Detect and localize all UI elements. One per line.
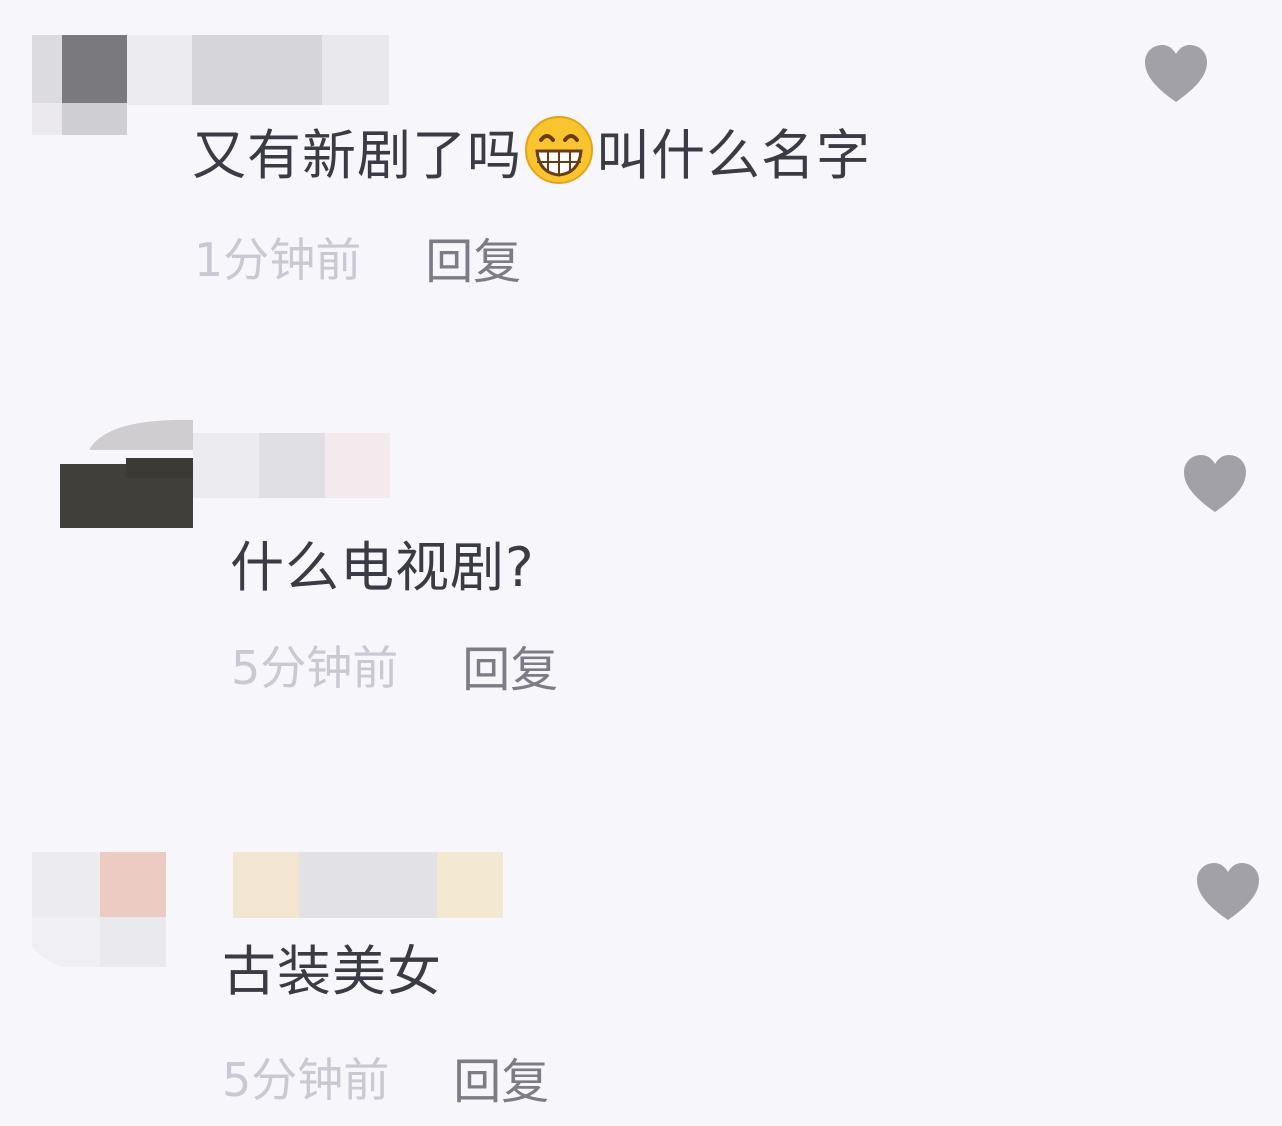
comment-text: 什么电视剧? bbox=[230, 535, 535, 599]
comment-meta: 5分钟前 回复 bbox=[222, 1042, 549, 1112]
comment-text: 又有新剧了吗 叫什么名字 bbox=[192, 112, 871, 188]
timestamp: 5分钟前 bbox=[231, 641, 399, 695]
username-blurred[interactable] bbox=[127, 35, 389, 105]
comment-meta: 5分钟前 回复 bbox=[231, 630, 558, 700]
comment-item: 古装美女 5分钟前 回复 bbox=[0, 800, 1282, 1126]
comment-text-part: 叫什么名字 bbox=[596, 123, 871, 187]
like-button[interactable] bbox=[1143, 44, 1209, 104]
comment-text-part: 又有新剧了吗 bbox=[192, 123, 522, 187]
timestamp: 5分钟前 bbox=[222, 1053, 390, 1107]
heart-icon bbox=[1184, 455, 1246, 512]
avatar[interactable] bbox=[32, 852, 166, 967]
avatar[interactable] bbox=[60, 418, 193, 528]
heart-icon bbox=[1197, 863, 1259, 920]
timestamp: 1分钟前 bbox=[194, 233, 362, 287]
username-blurred[interactable] bbox=[193, 433, 390, 498]
heart-icon bbox=[1145, 45, 1207, 102]
username-blurred[interactable] bbox=[233, 852, 503, 918]
like-button[interactable] bbox=[1182, 454, 1248, 514]
avatar[interactable] bbox=[32, 35, 127, 135]
pixelated-avatar-image bbox=[32, 35, 127, 135]
pixelated-avatar-image bbox=[32, 852, 166, 967]
comment-item: 又有新剧了吗 叫什么名字 1分钟前 回复 bbox=[0, 0, 1282, 330]
reply-button[interactable]: 回复 bbox=[425, 222, 521, 292]
comment-item: 什么电视剧? 5分钟前 回复 bbox=[0, 400, 1282, 730]
like-button[interactable] bbox=[1195, 862, 1261, 922]
grinning-face-icon bbox=[524, 115, 594, 185]
pixelated-avatar-image bbox=[60, 418, 193, 528]
reply-button[interactable]: 回复 bbox=[462, 630, 558, 700]
reply-button[interactable]: 回复 bbox=[453, 1042, 549, 1112]
comment-text: 古装美女 bbox=[222, 939, 442, 1003]
comment-meta: 1分钟前 回复 bbox=[194, 222, 521, 292]
